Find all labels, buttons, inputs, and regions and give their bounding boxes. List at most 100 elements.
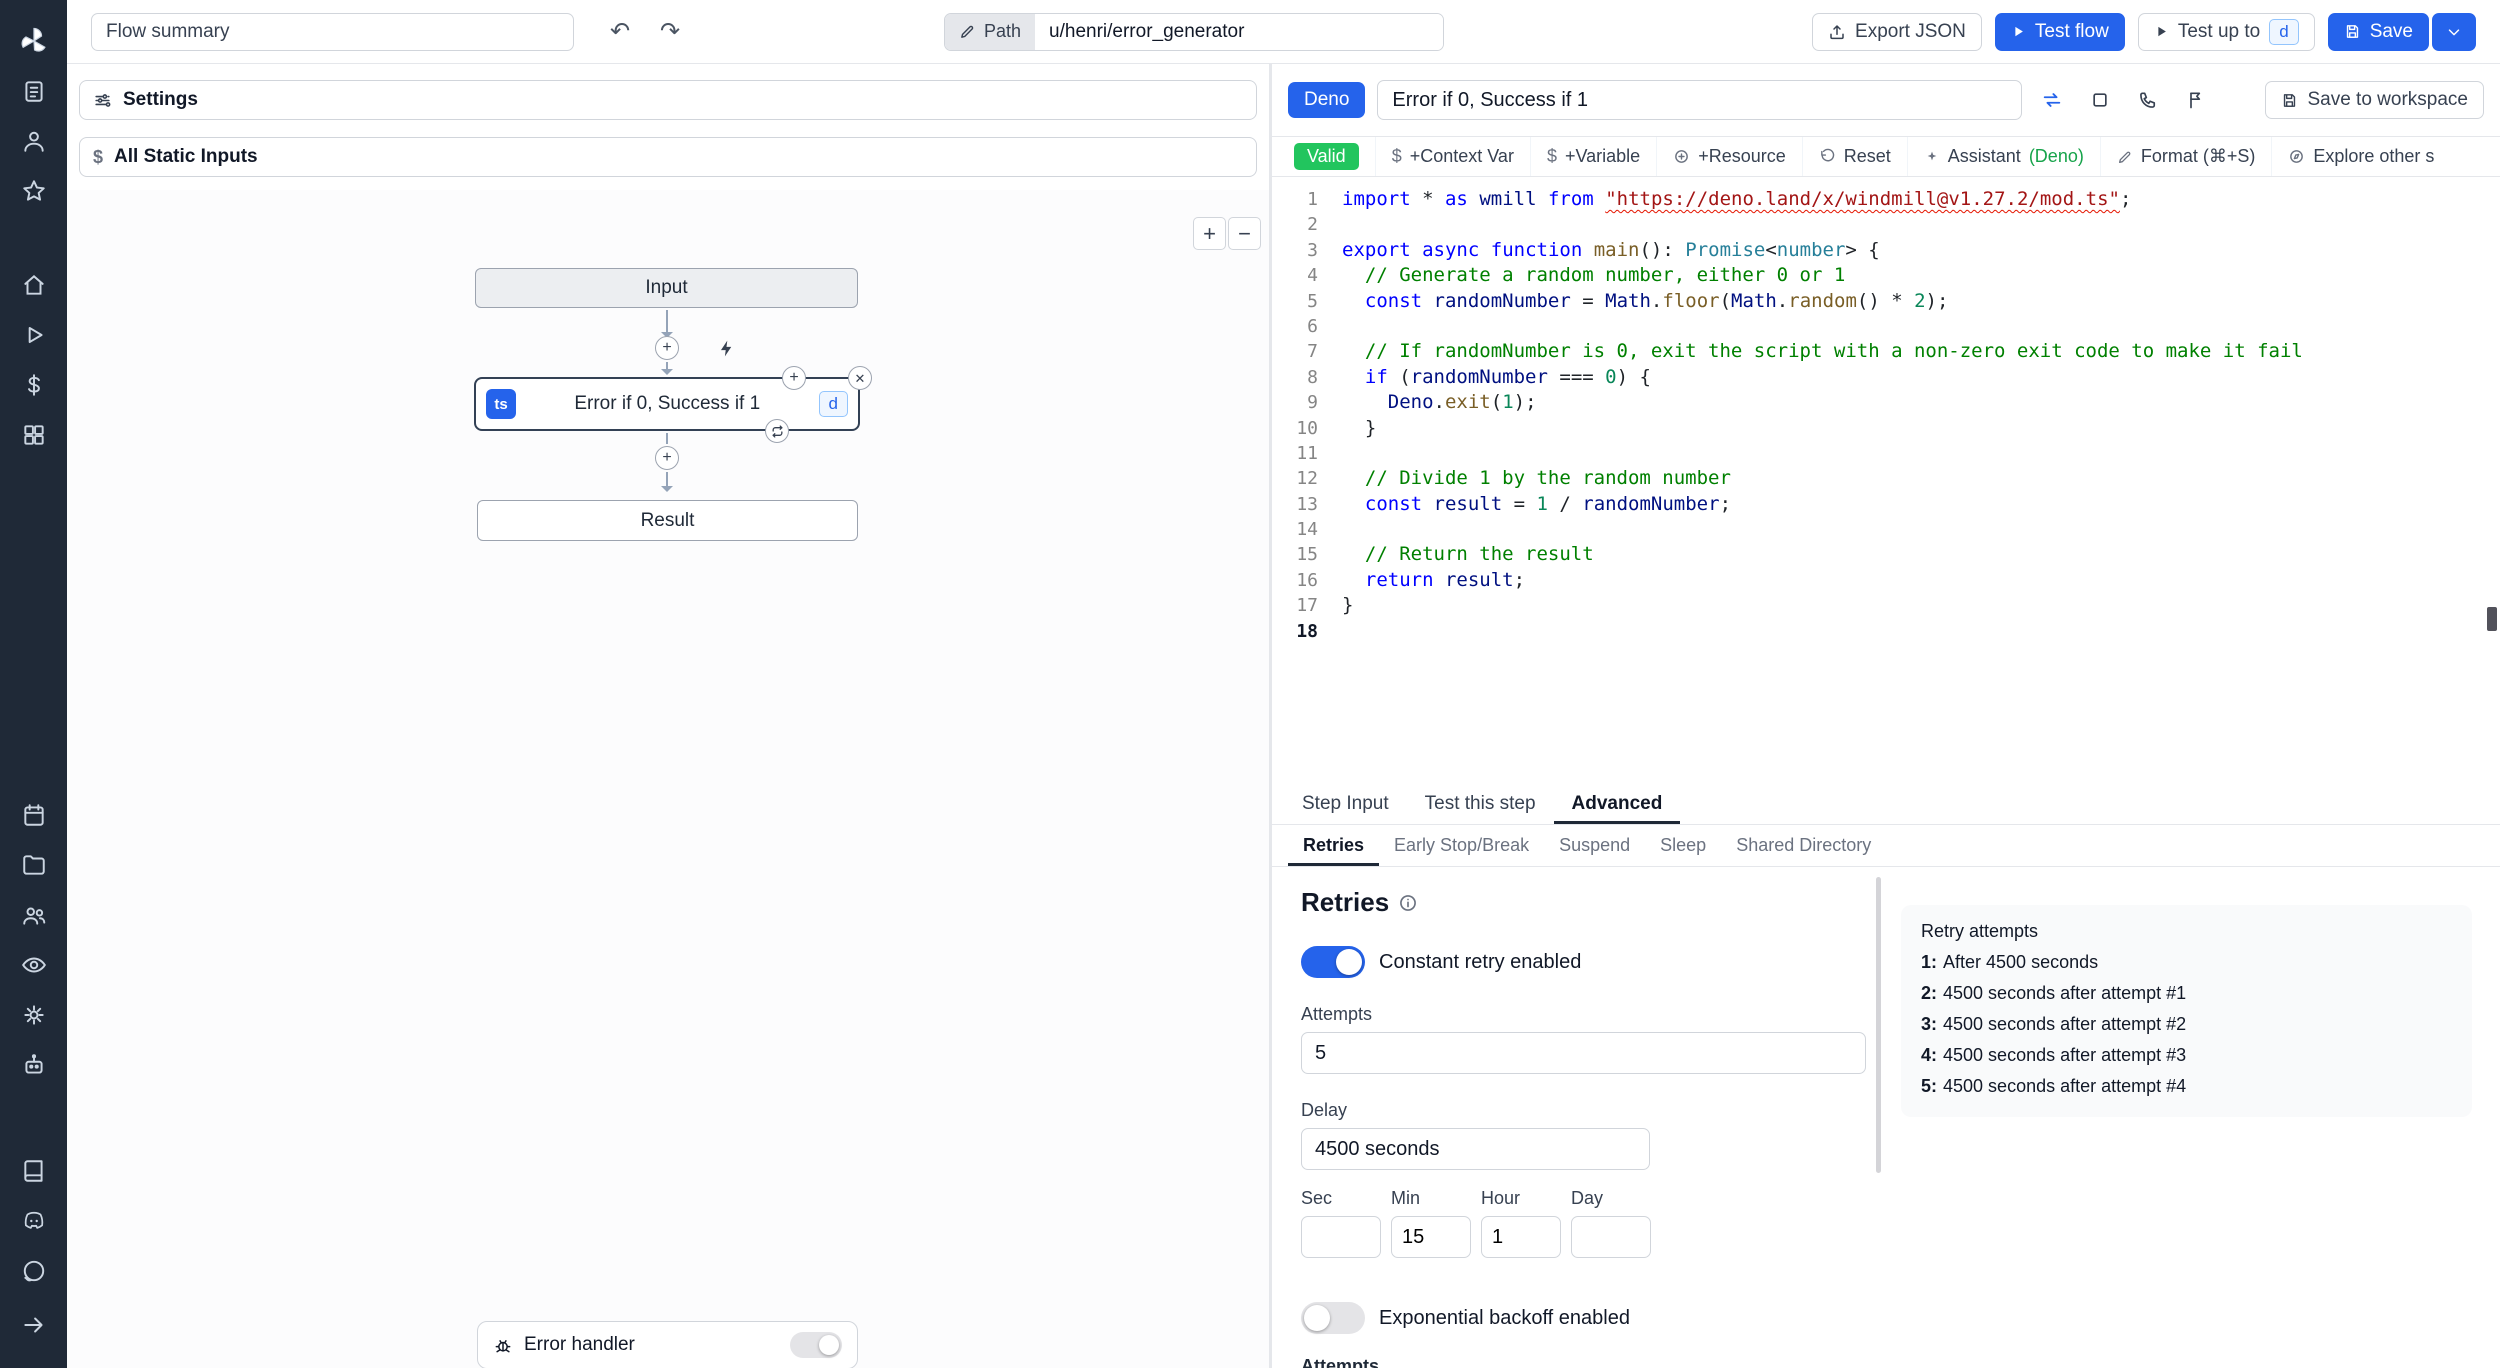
assistant-button[interactable]: Assistant (Deno) [1906,137,2100,176]
reset-button[interactable]: Reset [1801,137,1907,176]
result-node[interactable]: Result [477,500,858,541]
export-json-button[interactable]: Export JSON [1812,12,1982,51]
folder-icon[interactable] [14,845,54,885]
zoom-in-button[interactable]: + [1193,217,1226,250]
code-line: const result = 1 / randomNumber; [1364,492,1732,515]
code-editor[interactable]: 1 2 3 4 5 6 7 8 9 10 11 12 13 14 15 16 17 18 import * as … [1272,177,2500,784]
dollar-icon[interactable] [14,365,54,405]
path-input[interactable] [1035,13,1444,50]
retry-attempts-list: 1: After 4500 seconds 2: 4500 seconds after… [1921,952,2452,1097]
tab-advanced[interactable]: Advanced [1554,784,1681,824]
result-node-label: Result [640,509,695,531]
undo-button[interactable]: ↶ [602,14,638,50]
step-name-input[interactable] [1377,80,2023,120]
add-variable-button[interactable]: $ +Variable [1529,137,1656,176]
bot-icon[interactable] [14,1045,54,1085]
attempts-label: Attempts [1301,1004,1373,1024]
cycle-button[interactable] [2034,82,2070,118]
advanced-subtabs: Retries Early Stop/Break Suspend Sleep Share… [1272,825,2500,867]
subtab-retries[interactable]: Retries [1288,825,1379,866]
add-step-button[interactable]: + [655,336,679,360]
save-button[interactable]: Save [2327,12,2429,51]
deno-badge: Deno [1288,82,1366,118]
min-input[interactable] [1391,1216,1471,1258]
github-icon[interactable] [14,1251,54,1291]
gear-icon[interactable] [14,995,54,1035]
panel-scrollbar[interactable] [1876,877,1881,1173]
lightning-icon [720,340,732,357]
code-scrollbar[interactable] [2487,607,2497,631]
redo-button[interactable]: ↷ [652,14,688,50]
code-line: Deno.exit(1); [1387,391,1537,414]
home-icon[interactable] [14,265,54,305]
day-input[interactable] [1571,1216,1651,1258]
exponential-backoff-label: Exponential backoff enabled [1379,1306,1630,1329]
code-gutter: 1 2 3 4 5 6 7 8 9 10 11 12 13 14 15 16 17 18 [1272,177,1324,784]
expand-arrow-icon[interactable] [14,1305,54,1345]
tab-test-this-step[interactable]: Test this step [1407,784,1554,824]
info-icon[interactable] [1398,893,1418,913]
play-icon [2015,26,2023,37]
error-handler-bar[interactable]: Error handler [477,1321,858,1368]
repeat-icon [772,424,782,438]
add-resource-button[interactable]: +Resource [1656,137,1802,176]
constant-retry-toggle[interactable] [1301,946,1365,978]
clipboard-icon[interactable] [14,71,54,111]
grid-icon[interactable] [14,415,54,455]
reset-icon [1820,148,1834,162]
step-tabs: Step Input Test this step Advanced [1272,784,2500,825]
exponential-backoff-toggle[interactable] [1301,1302,1365,1334]
subtab-suspend[interactable]: Suspend [1544,825,1645,866]
error-handler-label: Error handler [524,1334,635,1355]
save-to-workspace-button[interactable]: Save to workspace [2265,81,2484,119]
static-inputs-accordion[interactable]: $ All Static Inputs [79,137,1257,177]
eye-icon[interactable] [14,945,54,985]
discord-icon[interactable] [14,1201,54,1241]
star-icon[interactable] [14,171,54,211]
error-handler-toggle[interactable] [790,1332,842,1358]
subtab-shared-directory[interactable]: Shared Directory [1721,825,1886,866]
delay-input[interactable] [1301,1128,1650,1170]
static-inputs-label: All Static Inputs [114,146,258,167]
code-line: } [1342,416,1377,439]
line-number: 3 [1307,239,1318,261]
add-context-var-button[interactable]: $ +Context Var [1374,137,1530,176]
attempts-input[interactable] [1301,1032,1866,1074]
input-node[interactable]: Input [475,268,858,308]
format-button[interactable]: Format (⌘+S) [2099,137,2272,176]
windmill-logo[interactable] [14,21,54,61]
explore-scripts-button[interactable]: Explore other s [2271,137,2450,176]
code-line: export async function main(): Promise<nu… [1342,238,1880,261]
users-icon[interactable] [14,895,54,935]
tab-step-input[interactable]: Step Input [1284,784,1407,824]
subtab-sleep[interactable]: Sleep [1645,825,1721,866]
flag-button[interactable] [2178,82,2214,118]
typescript-badge: ts [486,389,516,419]
play-icon[interactable] [14,315,54,355]
flow-summary-input[interactable] [91,12,574,51]
box-button[interactable] [2082,82,2118,118]
content: Settings $ All Static Inputs + − Input + [67,64,2500,1368]
zoom-out-button[interactable]: − [1228,217,1261,250]
sec-input[interactable] [1301,1216,1381,1258]
book-icon[interactable] [14,1151,54,1191]
lightning-button[interactable] [713,335,740,362]
phone-icon [2140,92,2156,108]
add-step-button[interactable]: + [655,446,679,470]
phone-button[interactable] [2130,82,2166,118]
calendar-icon[interactable] [14,795,54,835]
subtab-early-stop-break[interactable]: Early Stop/Break [1379,825,1544,866]
step-retry-button[interactable] [765,419,789,443]
time-field-day: Day [1571,1188,1651,1258]
step-close-button[interactable]: ✕ [848,366,872,390]
step-add-button[interactable]: + [782,366,806,390]
save-dropdown-button[interactable] [2432,12,2476,51]
settings-accordion[interactable]: Settings [79,80,1257,120]
hour-input[interactable] [1481,1216,1561,1258]
test-up-to-button[interactable]: Test up to d [2137,12,2315,51]
path-label: Path [984,21,1022,41]
chevron-down-icon [2448,28,2460,35]
user-icon[interactable] [14,121,54,161]
test-flow-button[interactable]: Test flow [1994,12,2125,51]
